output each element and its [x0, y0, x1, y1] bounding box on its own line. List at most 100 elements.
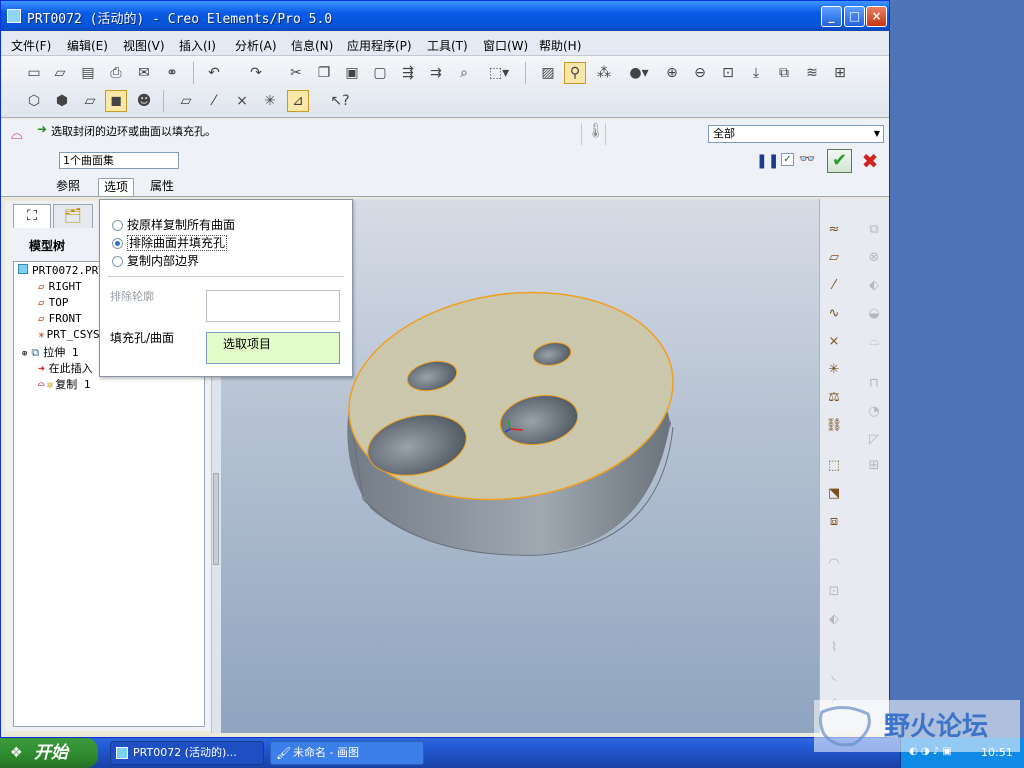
coordinate-system-icon[interactable]: ✳ [824, 359, 844, 379]
menu-edit[interactable]: 编辑(E) [67, 37, 108, 54]
title-bar[interactable]: PRT0072 (活动的) - Creo Elements/Pro 5.0 _ … [1, 1, 889, 31]
menu-applications[interactable]: 应用程序(P) [347, 37, 412, 54]
hole-icon[interactable]: ⊓ [864, 373, 884, 393]
model-tree-tab-icon[interactable]: ⛶ [13, 204, 51, 228]
context-help-icon[interactable]: ↖? [329, 90, 351, 112]
datum-axis-display-icon[interactable]: ⚲ [564, 62, 586, 84]
send-mail-icon[interactable]: ✉ [133, 62, 155, 84]
tree-item[interactable]: ⌓ ✲ 复制 1 [38, 376, 91, 392]
ok-check-button[interactable]: ✔ [827, 149, 852, 173]
tab-options[interactable]: 选项 [98, 178, 135, 196]
revolve-icon[interactable]: ⊗ [864, 247, 884, 267]
shading-icon[interactable]: ◼ [105, 90, 127, 112]
menu-insert[interactable]: 插入(I) [179, 37, 216, 54]
option-exclude-fill[interactable]: 排除曲面并填充孔 [112, 234, 228, 251]
copy-icon[interactable]: ❐ [313, 62, 335, 84]
select-box-icon[interactable]: ⬚▾ [481, 62, 517, 84]
pause-icon[interactable]: ❚❚ [756, 153, 779, 169]
close-button[interactable]: × [866, 6, 887, 27]
datum-axis-icon[interactable]: ⁄ [824, 275, 844, 295]
axis-tag-icon[interactable]: ⁄ [203, 90, 225, 112]
cancel-button[interactable]: ✖ [859, 149, 881, 173]
saved-views-icon[interactable]: ⧉ [773, 62, 795, 84]
wireframe-icon[interactable]: ⬡ [23, 90, 45, 112]
extrude-icon[interactable]: ⧉ [864, 219, 884, 239]
shade-style-icon[interactable]: ●▾ [621, 62, 657, 84]
undo-icon[interactable]: ↶ [203, 62, 225, 84]
print-icon[interactable]: ⎙ [105, 62, 127, 84]
paste-icon[interactable]: ▣ [341, 62, 363, 84]
paste-special-icon[interactable]: ▢ [369, 62, 391, 84]
taskbar-item-paint[interactable]: 🖌 未命名 - 画图 [270, 741, 424, 765]
radio-exclude-fill[interactable] [112, 238, 123, 249]
menu-window[interactable]: 窗口(W) [483, 37, 528, 54]
filter-select[interactable]: 全部 ▼ [708, 125, 884, 143]
radio-copy-all[interactable] [112, 220, 123, 231]
trim-icon[interactable]: ⌇ [824, 637, 844, 657]
datum-plane-display-icon[interactable]: ▨ [537, 62, 559, 84]
sweep-icon[interactable]: ⬖ [864, 275, 884, 295]
hidden-line-icon[interactable]: ⬢ [51, 90, 73, 112]
tab-properties[interactable]: 属性 [145, 178, 179, 196]
tree-item[interactable]: ⊕ ⧉ 拉伸 1 [22, 344, 79, 360]
menu-analysis[interactable]: 分析(A) [235, 37, 277, 54]
menu-view[interactable]: 视图(V) [123, 37, 165, 54]
glasses-icon[interactable]: 👓 [799, 152, 815, 167]
style-icon[interactable]: ⌓ [864, 331, 884, 351]
option-copy-all[interactable]: 按原样复制所有曲面 [112, 216, 235, 233]
start-button[interactable]: ❖ 开始 [0, 738, 98, 768]
analysis-feature-icon[interactable]: ⚖ [824, 387, 844, 407]
csys-tag-icon[interactable]: ✳ [259, 90, 281, 112]
option-copy-inner-boundary[interactable]: 复制内部边界 [112, 252, 199, 269]
regen-manager-icon[interactable]: ⇉ [425, 62, 447, 84]
shell-icon[interactable]: ◔ [864, 401, 884, 421]
send-link-icon[interactable]: ⚭ [161, 62, 183, 84]
splitter-handle[interactable] [213, 473, 219, 565]
offset-icon[interactable]: ◟ [824, 665, 844, 685]
maximize-button[interactable]: □ [844, 6, 865, 27]
chamfer-icon[interactable]: ⊡ [824, 581, 844, 601]
reorient-icon[interactable]: ⤓ [745, 62, 767, 84]
zoom-out-icon[interactable]: ⊖ [689, 62, 711, 84]
open-folder-icon[interactable]: ▱ [49, 62, 71, 84]
blend-icon[interactable]: ◒ [864, 303, 884, 323]
tree-item[interactable]: ➜ 在此插入 [38, 360, 93, 376]
radio-copy-inner-boundary[interactable] [112, 256, 123, 267]
menu-help[interactable]: 帮助(H) [539, 37, 581, 54]
datum-plane-icon[interactable]: ▱ [824, 247, 844, 267]
datum-point-display-icon[interactable]: ⁂ [593, 62, 615, 84]
datum-ref-icon[interactable]: ⛓ [824, 415, 844, 435]
menu-info[interactable]: 信息(N) [291, 37, 333, 54]
view-manager-icon[interactable]: ⊞ [829, 62, 851, 84]
new-file-icon[interactable]: ▭ [23, 62, 45, 84]
no-hidden-icon[interactable]: ▱ [79, 90, 101, 112]
rib-icon[interactable]: ⬖ [824, 609, 844, 629]
tree-item[interactable]: ▱ RIGHT [38, 280, 82, 293]
plane-tag-icon[interactable]: ▱ [175, 90, 197, 112]
sketch-datum-icon[interactable]: ≈ [824, 219, 844, 239]
round-icon[interactable]: ◠ [824, 553, 844, 573]
menu-file[interactable]: 文件(F) [11, 37, 51, 54]
point-tag-icon[interactable]: ⨯ [231, 90, 253, 112]
find-icon[interactable]: ⌕ [453, 62, 475, 84]
mirror-icon[interactable]: ⬔ [824, 483, 844, 503]
surface-collector[interactable]: 1个曲面集 [59, 152, 179, 169]
taskbar-item-creo[interactable]: PRT0072 (活动的)... [110, 741, 264, 765]
refit-icon[interactable]: ⊡ [717, 62, 739, 84]
cut-icon[interactable]: ✂ [285, 62, 307, 84]
datum-curve-icon[interactable]: ∿ [824, 303, 844, 323]
enhanced-realism-icon[interactable]: ☻ [133, 90, 155, 112]
tree-item[interactable]: PRT0072.PRT [18, 264, 105, 277]
zoom-in-icon[interactable]: ⊕ [661, 62, 683, 84]
fill-holes-collector[interactable]: 选取项目 [206, 332, 340, 364]
folder-browser-tab-icon[interactable]: 🗂 [53, 204, 93, 228]
redo-icon[interactable]: ↷ [245, 62, 267, 84]
pattern-icon[interactable]: ⊞ [864, 455, 884, 475]
save-icon[interactable]: ▤ [77, 62, 99, 84]
annotation-display-icon[interactable]: ⊿ [287, 90, 309, 112]
minimize-button[interactable]: _ [821, 6, 842, 27]
layers-icon[interactable]: ≋ [801, 62, 823, 84]
regenerate-icon[interactable]: ⇶ [397, 62, 419, 84]
tree-item[interactable]: ▱ FRONT [38, 312, 82, 325]
tree-item[interactable]: ▱ TOP [38, 296, 69, 309]
